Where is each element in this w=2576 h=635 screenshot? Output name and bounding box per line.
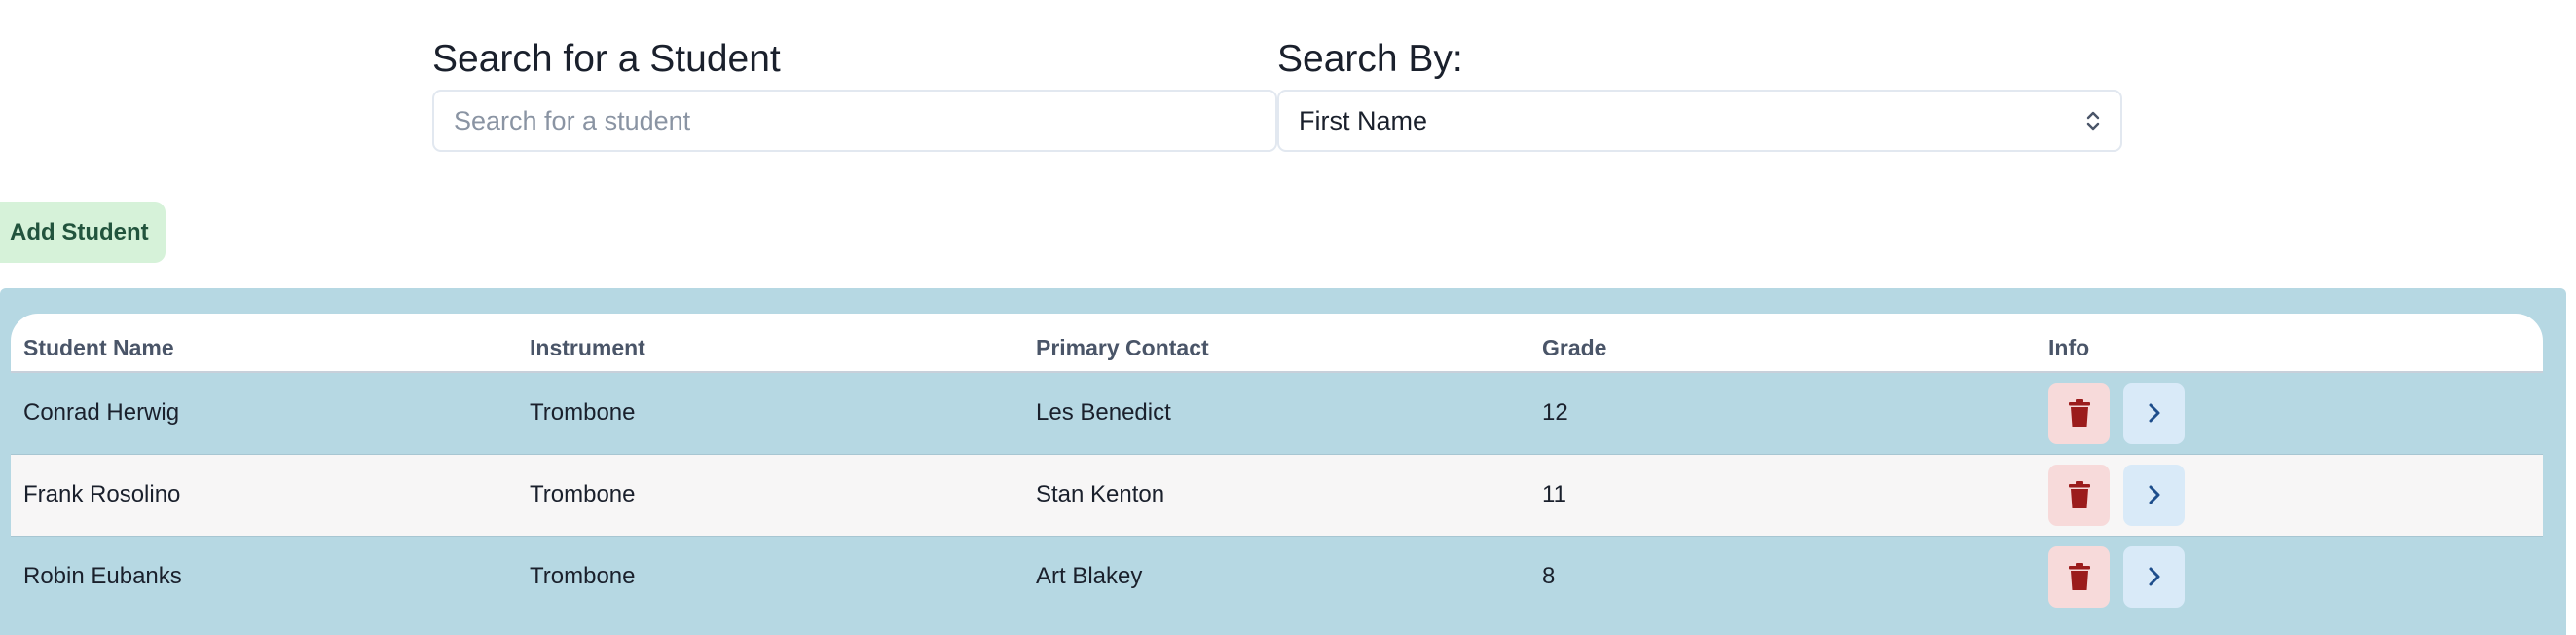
cell-student-name: Frank Rosolino	[11, 453, 517, 536]
student-search-group: Search for a Student	[432, 37, 1277, 152]
search-by-heading: Search By:	[1277, 38, 1463, 80]
trash-icon	[2068, 399, 2090, 428]
cell-primary-contact: Art Blakey	[1023, 535, 1529, 617]
student-roster-page: Search for a Student Search By: First Na…	[0, 0, 2576, 635]
view-student-button[interactable]	[2123, 464, 2185, 526]
cell-instrument: Trombone	[517, 453, 1023, 536]
delete-student-button[interactable]	[2048, 545, 2110, 608]
student-search-input[interactable]	[432, 90, 1277, 152]
cell-primary-contact: Les Benedict	[1023, 371, 1529, 454]
cell-grade: 11	[1529, 453, 2036, 536]
add-student-button[interactable]: Add Student	[0, 202, 166, 263]
table-row[interactable]: Conrad Herwig Trombone Les Benedict 12	[11, 371, 2543, 454]
cell-info	[2036, 371, 2543, 454]
table-row[interactable]: Robin Eubanks Trombone Art Blakey 8	[11, 535, 2543, 617]
column-header-student-name[interactable]: Student Name	[11, 314, 517, 373]
delete-student-button[interactable]	[2048, 464, 2110, 526]
search-by-select[interactable]: First Name	[1277, 90, 2122, 152]
view-student-button[interactable]	[2123, 545, 2185, 608]
chevron-right-icon	[2149, 485, 2159, 504]
column-header-instrument[interactable]: Instrument	[517, 314, 1023, 373]
row-actions	[2048, 545, 2543, 608]
cell-info	[2036, 535, 2543, 617]
chevron-up-down-icon	[2086, 111, 2100, 131]
view-student-button[interactable]	[2123, 382, 2185, 444]
cell-instrument: Trombone	[517, 535, 1023, 617]
student-table-container: Student Name Instrument Primary Contact …	[0, 288, 2566, 635]
cell-student-name: Robin Eubanks	[11, 535, 517, 617]
chevron-right-icon	[2149, 403, 2159, 423]
column-header-info: Info	[2036, 314, 2543, 373]
trash-icon	[2068, 481, 2090, 508]
cell-grade: 8	[1529, 535, 2036, 617]
cell-info	[2036, 453, 2543, 536]
chevron-right-icon	[2149, 567, 2159, 586]
search-by-group: Search By: First Name	[1277, 37, 2122, 152]
table-header-row: Student Name Instrument Primary Contact …	[11, 314, 2543, 373]
column-header-grade[interactable]: Grade	[1529, 314, 2036, 373]
row-actions	[2048, 382, 2543, 444]
search-by-selected-value: First Name	[1299, 105, 1428, 135]
cell-instrument: Trombone	[517, 371, 1023, 454]
delete-student-button[interactable]	[2048, 382, 2110, 444]
row-actions	[2048, 464, 2543, 526]
cell-student-name: Conrad Herwig	[11, 371, 517, 454]
cell-grade: 12	[1529, 371, 2036, 454]
search-heading: Search for a Student	[432, 38, 781, 80]
table-row[interactable]: Frank Rosolino Trombone Stan Kenton 11	[11, 453, 2543, 536]
cell-primary-contact: Stan Kenton	[1023, 453, 1529, 536]
student-table: Student Name Instrument Primary Contact …	[11, 314, 2543, 617]
column-header-primary-contact[interactable]: Primary Contact	[1023, 314, 1529, 373]
trash-icon	[2068, 563, 2090, 591]
